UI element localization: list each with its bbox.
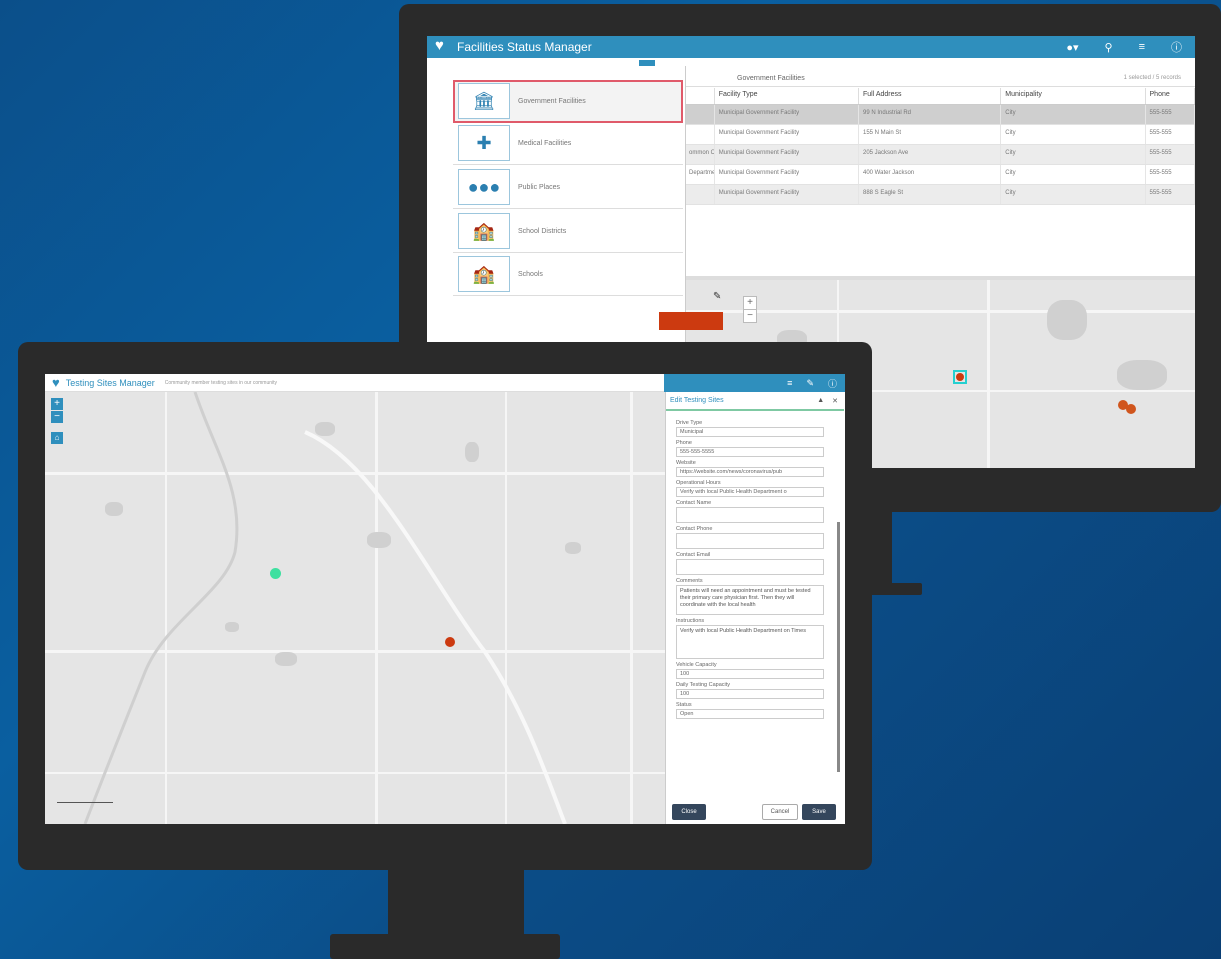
attribute-table-header: Government Facilities 1 selected / 5 rec…: [685, 70, 1195, 87]
website-field[interactable]: https://website.com/news/coronavirus/pub: [676, 467, 824, 477]
status-bar: [659, 312, 723, 330]
contact-email-field[interactable]: [676, 559, 824, 575]
home-button[interactable]: ⌂: [51, 432, 63, 444]
column-header[interactable]: Municipality: [1001, 88, 1146, 104]
contact-name-field[interactable]: [676, 507, 824, 523]
sidebar-item-schools[interactable]: 🏫 Schools: [453, 253, 683, 296]
app-title: Facilities Status Manager: [457, 40, 592, 54]
app-title: Testing Sites Manager: [65, 377, 155, 388]
edit-icon[interactable]: ✎: [806, 378, 814, 389]
instructions-field[interactable]: Verify with local Public Health Departme…: [676, 625, 824, 659]
table-row[interactable]: Municipal Government Facility 888 S Eagl…: [685, 185, 1195, 205]
field-label: Instructions: [676, 618, 705, 624]
front-monitor-base: [330, 934, 560, 959]
field-label: Contact Email: [676, 552, 711, 558]
map-lake: [105, 502, 123, 516]
field-label: Website: [676, 460, 696, 466]
school-icon: 🏫: [458, 256, 510, 292]
grid-title: Government Facilities: [737, 74, 805, 82]
close-icon[interactable]: ✕: [832, 397, 838, 405]
field-label: Status: [676, 702, 692, 708]
map-lake: [225, 622, 239, 632]
field-label: Operational Hours: [676, 480, 721, 486]
comments-field[interactable]: Patients will need an appointment and mu…: [676, 585, 824, 615]
people-icon[interactable]: ●▾: [1066, 41, 1078, 54]
table-row[interactable]: ommon Offices Municipal Government Facil…: [685, 145, 1195, 165]
form-scrollbar[interactable]: [837, 522, 840, 772]
save-button[interactable]: Save: [802, 804, 836, 820]
edit-panel-title: Edit Testing Sites: [670, 397, 724, 404]
edit-panel-header: Edit Testing Sites ▲ ✕: [666, 392, 844, 411]
cancel-button[interactable]: Cancel: [762, 804, 798, 820]
info-icon[interactable]: ⓘ: [1171, 39, 1182, 55]
scale-bar: [57, 802, 113, 803]
list-icon[interactable]: ≡: [787, 378, 792, 388]
grid-count: 1 selected / 5 records: [1123, 75, 1181, 81]
facility-marker[interactable]: [1126, 404, 1136, 414]
field-label: Phone: [676, 440, 692, 446]
map-lake: [1117, 360, 1167, 390]
map-lake: [315, 422, 335, 436]
sidebar-item-medical-facilities[interactable]: ✚ Medical Facilities: [453, 122, 683, 165]
operational-hours-field[interactable]: Verify with local Public Health Departme…: [676, 487, 824, 497]
table-row[interactable]: Municipal Government Facility 155 N Main…: [685, 125, 1195, 145]
status-select[interactable]: Open: [676, 709, 824, 719]
zoom-out-button[interactable]: −: [743, 309, 757, 323]
selected-facility-marker[interactable]: [953, 370, 967, 384]
facility-marker[interactable]: [445, 637, 455, 647]
sidebar-item-public-places[interactable]: ●●● Public Places: [453, 166, 683, 209]
editor-toolbar: ≡ ✎ ⓘ: [664, 374, 845, 392]
contact-phone-field[interactable]: [676, 533, 824, 549]
table-column-headers: Facility Type Full Address Municipality …: [685, 88, 1195, 105]
zoom-in-button[interactable]: +: [743, 296, 757, 310]
map-lake: [275, 652, 297, 666]
heart-logo-icon: ♥: [52, 375, 60, 390]
map-lake: [465, 442, 479, 462]
field-label: Vehicle Capacity: [676, 662, 717, 668]
table-row[interactable]: Municipal Government Facility 99 N Indus…: [685, 105, 1195, 125]
field-label: Contact Phone: [676, 526, 713, 532]
sidebar-item-government-facilities[interactable]: 🏛 Government Facilities: [453, 80, 683, 123]
main-map[interactable]: + − ⌂: [45, 392, 691, 824]
list-icon[interactable]: ≡: [1139, 41, 1145, 53]
map-lake: [1047, 300, 1087, 340]
field-label: Comments: [676, 578, 703, 584]
medical-cross-icon: ✚: [458, 125, 510, 161]
column-header[interactable]: Full Address: [859, 88, 1002, 104]
zoom-in-button[interactable]: +: [51, 398, 63, 410]
edit-form: Drive Type Municipal Phone 555-555-5555 …: [666, 411, 844, 797]
phone-field[interactable]: 555-555-5555: [676, 447, 824, 457]
daily-capacity-field[interactable]: 100: [676, 689, 824, 699]
map-lake: [565, 542, 581, 554]
map-road: [987, 280, 990, 468]
column-header[interactable]: Facility Type: [715, 88, 859, 104]
front-monitor-stand: [388, 868, 524, 938]
front-screen: ♥ Testing Sites Manager Community member…: [45, 374, 845, 824]
heart-logo-icon: [435, 39, 451, 54]
drive-type-select[interactable]: Municipal: [676, 427, 824, 437]
edit-pencil-icon[interactable]: ✎: [713, 291, 721, 302]
app-subtitle: Community member testing sites in our co…: [164, 379, 278, 386]
collapse-icon[interactable]: ▲: [817, 397, 824, 404]
river: [83, 392, 567, 824]
zoom-out-button[interactable]: −: [51, 411, 63, 423]
bank-icon: 🏛: [458, 83, 510, 119]
sidebar-item-school-districts[interactable]: 🏫 School Districts: [453, 210, 683, 253]
vehicle-capacity-field[interactable]: 100: [676, 669, 824, 679]
people-group-icon: ●●●: [458, 169, 510, 205]
edit-panel: Edit Testing Sites ▲ ✕ Drive Type Munici…: [665, 392, 844, 824]
school-building-icon: 🏫: [458, 213, 510, 249]
close-button[interactable]: Close: [672, 804, 706, 820]
app-header: Facilities Status Manager ●▾ ⚲ ≡ ⓘ: [427, 36, 1195, 58]
info-icon[interactable]: ⓘ: [828, 377, 837, 390]
column-header[interactable]: Phone: [1146, 88, 1195, 104]
map-road: [657, 310, 1195, 313]
map-lake: [367, 532, 391, 548]
field-label: Drive Type: [676, 420, 703, 426]
field-label: Daily Testing Capacity: [676, 682, 731, 688]
search-icon[interactable]: ⚲: [1105, 41, 1113, 54]
table-row[interactable]: Department Municipal Government Facility…: [685, 165, 1195, 185]
testing-site-marker[interactable]: [270, 568, 281, 579]
field-label: Contact Name: [676, 500, 712, 506]
